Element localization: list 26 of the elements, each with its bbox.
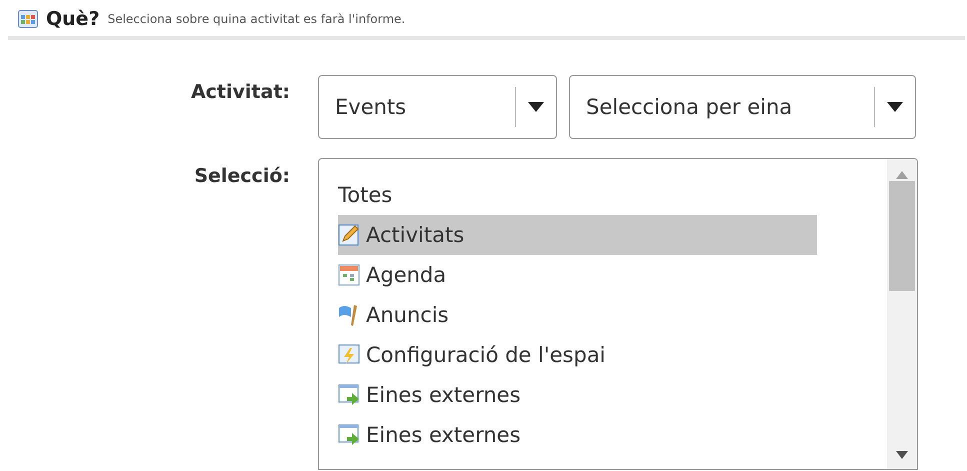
- scroll-up-icon[interactable]: [896, 171, 908, 179]
- dropdown[interactable]: Events: [318, 75, 557, 139]
- caret-icon: [887, 102, 903, 112]
- scroll-down-icon[interactable]: [896, 451, 908, 459]
- section-title: Què?: [46, 8, 100, 30]
- list-item[interactable]: Totes: [338, 175, 817, 215]
- lightning-icon: [338, 344, 360, 366]
- list-item[interactable]: Agenda: [338, 255, 817, 295]
- calendar-icon: [338, 264, 360, 286]
- list-item[interactable]: Eines externes: [338, 375, 817, 415]
- scrollbar[interactable]: [887, 159, 917, 469]
- list-item[interactable]: Configuració de l'espai: [338, 335, 817, 375]
- selection-label: Selecció:: [194, 165, 290, 187]
- dropdown[interactable]: Selecciona per eina: [569, 75, 916, 139]
- window-arrow-icon: [338, 384, 360, 406]
- list-item[interactable]: Eines externes: [338, 415, 817, 455]
- pencil-icon: [338, 224, 360, 246]
- grid-icon: [18, 10, 38, 28]
- list-item[interactable]: Anuncis: [338, 295, 817, 335]
- selection-listbox[interactable]: Totes Activitats Agenda Anuncis Configuració de l'espai Eines externes Eines externes: [318, 158, 918, 470]
- section-subtitle: Selecciona sobre quina activitat es farà l'informe.: [108, 12, 406, 26]
- flag-icon: [338, 304, 360, 326]
- activity-label: Activitat:: [190, 81, 290, 103]
- caret-icon: [528, 102, 544, 112]
- window-arrow-icon: [338, 424, 360, 446]
- list-item[interactable]: Activitats: [338, 215, 817, 255]
